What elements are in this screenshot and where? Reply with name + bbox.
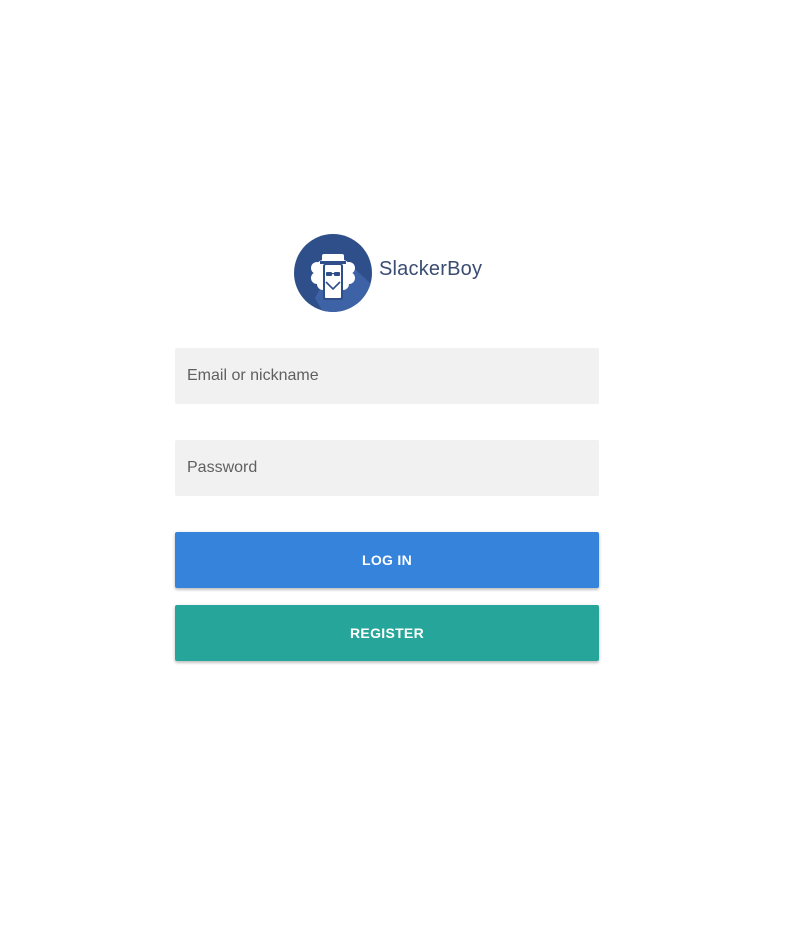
password-input[interactable] [175,440,599,496]
login-button[interactable]: LOG IN [175,532,599,588]
register-button[interactable]: REGISTER [175,605,599,661]
login-page: SlackerBoy LOG IN REGISTER [0,0,797,929]
brand-logo: SlackerBoy [293,234,483,312]
brand-name: SlackerBoy [379,258,483,280]
email-or-nickname-input[interactable] [175,348,599,404]
slacker-boy-logo-icon [294,234,372,312]
